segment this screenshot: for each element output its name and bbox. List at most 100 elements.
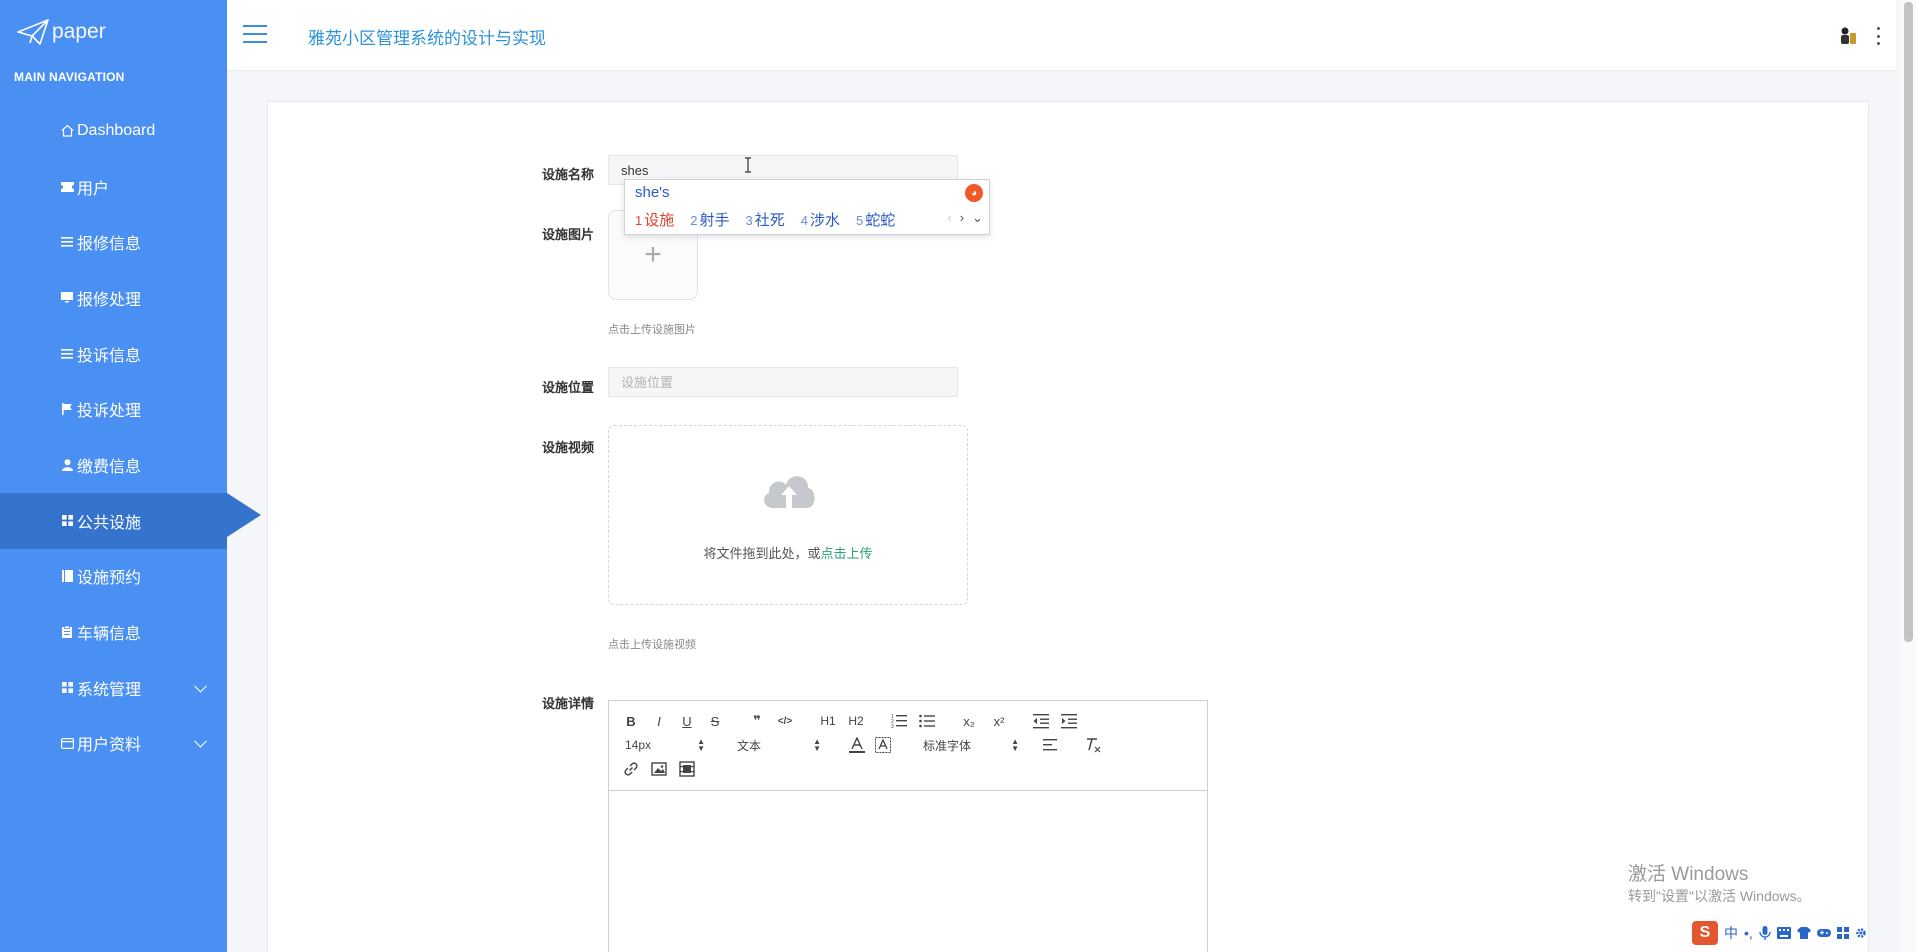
sidebar-item-dashboard[interactable]: Dashboard (0, 103, 227, 159)
font-family-select[interactable]: 标准字体 ▲ ▼ (923, 735, 1019, 755)
video-upload-tip: 点击上传设施视频 (608, 639, 696, 651)
ime-candidate[interactable]: 1 设施 (635, 209, 674, 230)
home-icon (60, 124, 74, 138)
sidebar-item-public-facilities[interactable]: 公共设施 (0, 492, 261, 549)
sidebar-item-label: 系统管理 (77, 681, 142, 699)
ime-composing-text: she's (635, 184, 670, 201)
ime-logo-icon[interactable]: ◕ (965, 184, 983, 202)
grid-icon (60, 681, 74, 695)
clear-format-icon[interactable] (1085, 737, 1101, 753)
superscript-button[interactable]: x² (989, 711, 1009, 731)
ime-punctuation-toggle[interactable]: •, (1744, 925, 1753, 941)
header-value: 文本 (737, 738, 762, 753)
chevron-down-icon (194, 735, 207, 748)
list-icon (60, 235, 74, 249)
sidebar-item-vehicle-info[interactable]: 车辆信息 (0, 604, 227, 660)
editor-content[interactable] (609, 791, 1207, 952)
candidate-number: 3 (745, 213, 753, 228)
candidate-text: 社死 (754, 212, 785, 229)
sidebar-item-label: 用户 (77, 180, 110, 198)
menu-toggle-icon[interactable] (243, 25, 267, 43)
chevron-left-icon[interactable]: ‹ (947, 210, 951, 226)
candidate-number: 1 (635, 213, 643, 228)
brand-logo[interactable]: paper (16, 14, 106, 50)
header1-button[interactable]: H1 (817, 711, 839, 731)
rich-text-editor: B I U S ❞ </> H1 H2 123 x₂ x² 14px ▲ ▼ 文本 ▲… (608, 700, 1208, 952)
ime-candidate[interactable]: 2 射手 (690, 209, 729, 230)
sogou-logo-icon[interactable]: S (1692, 921, 1718, 945)
plus-icon: + (644, 238, 662, 271)
font-family-value: 标准字体 (923, 738, 972, 753)
align-icon[interactable] (1043, 737, 1059, 753)
bold-button[interactable]: B (623, 711, 639, 731)
activation-watermark-subtitle: 转到"设置"以激活 Windows。 (1628, 888, 1811, 904)
ime-candidate[interactable]: 4 涉水 (801, 209, 840, 230)
user-avatar-icon[interactable] (1839, 26, 1857, 46)
page-scrollbar[interactable] (1900, 0, 1916, 952)
blockquote-button[interactable]: ❞ (749, 711, 765, 731)
candidate-text: 设施 (644, 212, 675, 229)
sidebar-item-users[interactable]: 用户 (0, 159, 227, 215)
ime-candidate[interactable]: 5 蛇蛇 (856, 209, 895, 230)
ime-language-toggle[interactable]: 中 (1724, 923, 1738, 943)
sidebar-item-repair-info[interactable]: 报修信息 (0, 214, 227, 270)
sidebar-item-payment-info[interactable]: 缴费信息 (0, 437, 227, 493)
video-dropzone[interactable]: 将文件拖到此处，或点击上传 (608, 425, 968, 605)
image-icon[interactable] (651, 761, 667, 777)
code-block-button[interactable]: </> (775, 711, 795, 731)
brand-logo-text: paper (52, 20, 106, 43)
indent-icon[interactable] (1061, 713, 1077, 729)
skin-shirt-icon[interactable] (1796, 927, 1811, 939)
book-icon (60, 569, 74, 583)
dropzone-hint: 将文件拖到此处，或 (703, 546, 821, 561)
sidebar-item-repair-process[interactable]: 报修处理 (0, 270, 227, 326)
more-vertical-icon[interactable] (1875, 27, 1881, 45)
header-select[interactable]: 文本 ▲ ▼ (737, 735, 821, 755)
ticket-icon (60, 180, 74, 194)
font-size-select[interactable]: 14px ▲ ▼ (625, 735, 705, 755)
sidebar-item-user-profile[interactable]: 用户资料 (0, 716, 227, 772)
sidebar-item-label: 缴费信息 (77, 458, 142, 476)
italic-button[interactable]: I (651, 711, 667, 731)
sidebar-item-facility-booking[interactable]: 设施预约 (0, 549, 227, 605)
gamepad-icon[interactable] (1816, 927, 1831, 939)
editor-toolbar: B I U S ❞ </> H1 H2 123 x₂ x² 14px ▲ ▼ 文本 ▲… (609, 701, 1207, 791)
bullet-list-icon[interactable] (919, 713, 935, 729)
candidate-number: 4 (800, 213, 808, 228)
image-upload-tip: 点击上传设施图片 (608, 324, 696, 336)
sidebar-item-system-management[interactable]: 系统管理 (0, 660, 227, 716)
subscript-button[interactable]: x₂ (959, 711, 979, 731)
chevron-down-icon[interactable]: ⌄ (972, 210, 983, 226)
ordered-list-icon[interactable]: 123 (891, 713, 907, 729)
select-arrows-icon: ▲ ▼ (1011, 737, 1019, 753)
settings-gear-icon[interactable] (1855, 927, 1867, 939)
video-icon[interactable] (679, 761, 695, 777)
card-icon (60, 736, 74, 750)
facility-location-input[interactable] (608, 367, 958, 397)
text-cursor-icon (745, 157, 751, 173)
facility-image-label: 设施图片 (542, 227, 595, 242)
underline-button[interactable]: U (679, 711, 695, 731)
candidate-text: 涉水 (809, 212, 840, 229)
strike-button[interactable]: S (707, 711, 723, 731)
candidate-number: 2 (690, 213, 698, 228)
text-color-icon[interactable] (849, 737, 865, 753)
click-upload-link[interactable]: 点击上传 (821, 546, 873, 561)
font-size-value: 14px (625, 738, 652, 752)
link-icon[interactable] (623, 761, 639, 777)
ime-candidate[interactable]: 3 社死 (746, 209, 785, 230)
chevron-right-icon[interactable]: › (960, 210, 964, 226)
sidebar-item-complaint-process[interactable]: 投诉处理 (0, 381, 227, 437)
header2-button[interactable]: H2 (845, 711, 867, 731)
sidebar-item-complaint-info[interactable]: 投诉信息 (0, 326, 227, 382)
outdent-icon[interactable] (1033, 713, 1049, 729)
keyboard-icon[interactable] (1776, 927, 1791, 939)
chevron-down-icon (194, 679, 207, 693)
background-color-icon[interactable] (875, 737, 891, 753)
nav-header: MAIN NAVIGATION (14, 70, 125, 84)
sidebar: paper MAIN NAVIGATION Dashboard 用户 报修信息 … (0, 0, 261, 952)
user-icon (60, 458, 74, 472)
toolbox-grid-icon[interactable] (1836, 927, 1849, 939)
microphone-icon[interactable] (1759, 926, 1771, 940)
scrollbar-thumb[interactable] (1904, 2, 1913, 642)
